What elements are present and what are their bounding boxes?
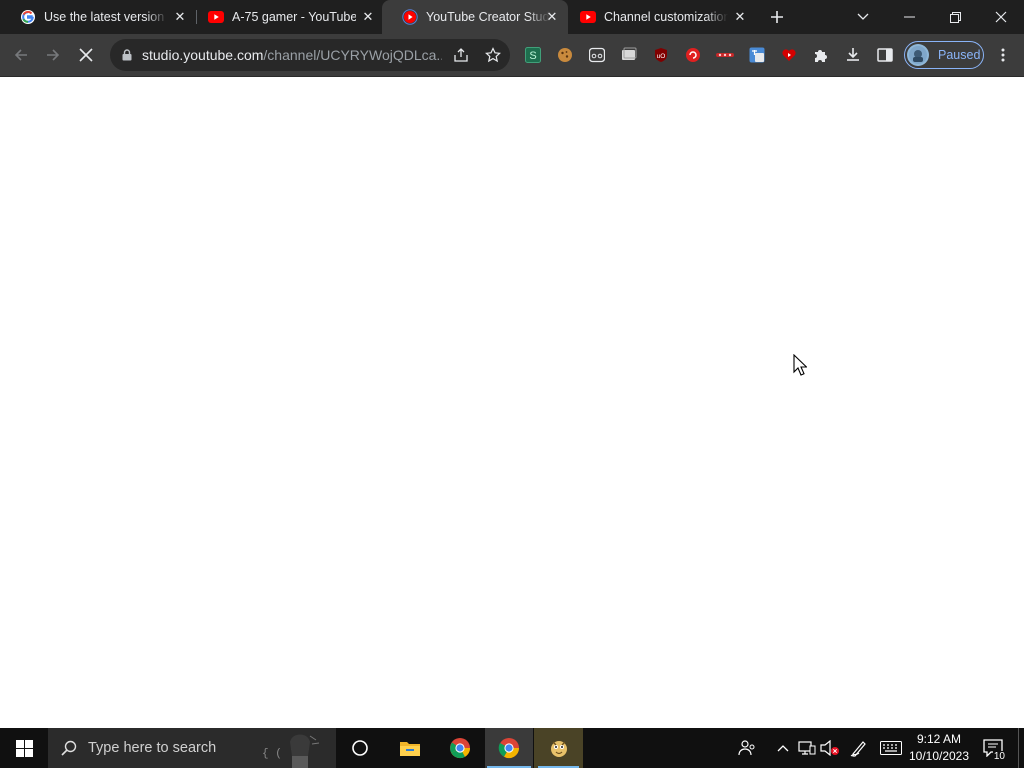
three-dot-menu-icon[interactable] bbox=[994, 46, 1012, 64]
url-host: studio.youtube.com bbox=[142, 47, 264, 63]
cookie-icon[interactable] bbox=[556, 46, 574, 64]
s-extension-icon[interactable]: S bbox=[524, 46, 542, 64]
tab-google[interactable]: Use the latest version o ✕ bbox=[0, 0, 196, 34]
system-clock[interactable]: 9:12 AM 10/10/2023 bbox=[908, 731, 970, 765]
page-content-blank bbox=[0, 77, 1024, 728]
tab-title: A-75 gamer - YouTube bbox=[232, 10, 356, 24]
mouse-cursor-icon bbox=[793, 353, 808, 381]
tab-youtube-creator-studio[interactable]: YouTube Creator Studio ✕ bbox=[382, 0, 568, 34]
browser-toolbar: studio.youtube.com/channel/UCYRYWojQDLca… bbox=[0, 34, 1024, 77]
download-icon[interactable] bbox=[844, 46, 862, 64]
url-path: /channel/UCYRYWojQDLca... bbox=[263, 47, 442, 63]
extension-screen-icon[interactable] bbox=[620, 46, 638, 64]
show-desktop-button[interactable] bbox=[1018, 728, 1019, 768]
tab-title: Channel customization bbox=[604, 10, 728, 24]
profile-status-label: Paused bbox=[938, 48, 981, 62]
side-panel-icon[interactable] bbox=[876, 46, 894, 64]
address-bar[interactable]: studio.youtube.com/channel/UCYRYWojQDLca… bbox=[110, 39, 510, 71]
profile-button[interactable]: Paused bbox=[904, 41, 984, 69]
minimize-icon[interactable] bbox=[886, 0, 932, 34]
url-text[interactable]: studio.youtube.com/channel/UCYRYWojQDLca… bbox=[142, 47, 442, 63]
people-icon[interactable] bbox=[737, 738, 757, 758]
youtube-icon bbox=[580, 9, 596, 25]
search-placeholder: Type here to search bbox=[88, 740, 217, 756]
lock-icon[interactable] bbox=[120, 48, 134, 62]
network-icon[interactable] bbox=[797, 738, 817, 758]
share-icon[interactable] bbox=[452, 46, 470, 64]
svg-text:{ (: { ( bbox=[262, 748, 282, 760]
taskbar-search-box[interactable]: Type here to search { ( bbox=[48, 728, 336, 768]
tab-close-icon[interactable]: ✕ bbox=[732, 9, 748, 25]
tab-close-icon[interactable]: ✕ bbox=[360, 9, 376, 25]
extension-face-icon[interactable] bbox=[588, 46, 606, 64]
keyboard-icon[interactable] bbox=[880, 738, 902, 758]
notification-count: 10 bbox=[992, 751, 1006, 762]
pen-icon[interactable] bbox=[849, 738, 869, 758]
bookmark-star-icon[interactable] bbox=[484, 46, 502, 64]
browser-tab-strip: Use the latest version o ✕ A-75 gamer - … bbox=[0, 0, 1024, 34]
red-circle-icon[interactable] bbox=[684, 46, 702, 64]
tab-channel-customization[interactable]: Channel customization ✕ bbox=[560, 0, 756, 34]
windows-start-icon[interactable] bbox=[0, 728, 48, 768]
chrome-icon[interactable] bbox=[436, 728, 484, 768]
tab-title: YouTube Creator Studio bbox=[426, 10, 550, 24]
forward-arrow-icon[interactable] bbox=[40, 42, 66, 68]
search-highlight-illustration-icon: { ( bbox=[262, 730, 322, 768]
red-heart-icon[interactable] bbox=[780, 46, 798, 64]
volume-muted-icon[interactable] bbox=[820, 738, 840, 758]
tab-search-icon[interactable] bbox=[840, 0, 886, 34]
youtube-studio-icon bbox=[402, 9, 418, 25]
tab-title: Use the latest version o bbox=[44, 10, 168, 24]
task-view-icon[interactable] bbox=[336, 728, 384, 768]
google-icon bbox=[20, 9, 36, 25]
file-explorer-icon[interactable] bbox=[386, 728, 434, 768]
chevron-up-icon[interactable] bbox=[773, 738, 793, 758]
back-arrow-icon[interactable] bbox=[8, 42, 34, 68]
restore-icon[interactable] bbox=[932, 0, 978, 34]
clock-date: 10/10/2023 bbox=[908, 749, 970, 763]
app-icon[interactable] bbox=[534, 728, 583, 768]
svg-text:uO: uO bbox=[657, 53, 666, 60]
close-icon[interactable] bbox=[978, 0, 1024, 34]
youtube-icon bbox=[208, 9, 224, 25]
notification-center-icon[interactable]: 10 bbox=[980, 736, 1006, 762]
stop-loading-icon[interactable] bbox=[73, 42, 99, 68]
translate-icon[interactable] bbox=[748, 46, 766, 64]
svg-text:S: S bbox=[529, 50, 536, 62]
chrome-icon[interactable] bbox=[485, 728, 533, 768]
search-icon bbox=[60, 739, 78, 757]
ublock-icon[interactable]: uO bbox=[652, 46, 670, 64]
tab-a75-gamer[interactable]: A-75 gamer - YouTube ✕ bbox=[188, 0, 384, 34]
windows-taskbar: Type here to search { (9:12 AM 10/10/20… bbox=[0, 728, 1024, 768]
tab-close-icon[interactable]: ✕ bbox=[172, 9, 188, 25]
red-dots-icon[interactable] bbox=[716, 46, 734, 64]
clock-time: 9:12 AM bbox=[916, 732, 962, 746]
tab-close-icon[interactable]: ✕ bbox=[544, 9, 560, 25]
plus-icon[interactable] bbox=[766, 6, 788, 28]
avatar bbox=[907, 44, 929, 66]
puzzle-icon[interactable] bbox=[812, 46, 830, 64]
